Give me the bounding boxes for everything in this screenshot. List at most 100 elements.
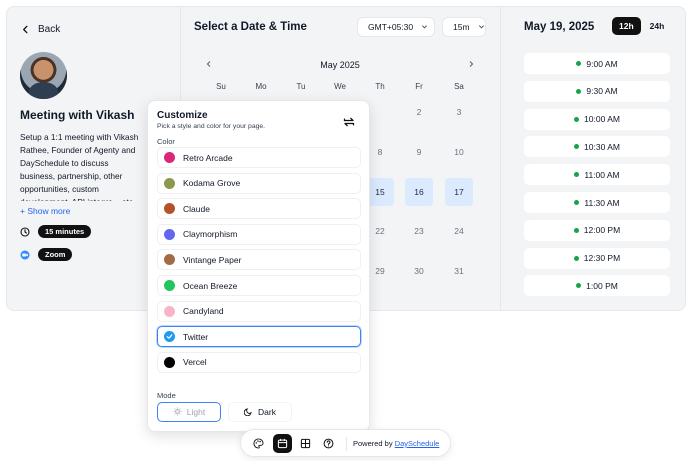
meeting-title: Meeting with Vikash — [20, 108, 135, 122]
color-swatch — [164, 356, 175, 368]
help-icon[interactable] — [319, 434, 338, 453]
location-badge: Zoom — [38, 248, 73, 261]
swap-icon[interactable] — [342, 115, 356, 134]
calendar-header: May 2025 — [205, 60, 475, 70]
next-month-button[interactable] — [467, 60, 475, 70]
time-slot[interactable]: 9:30 AM — [524, 80, 670, 102]
weekday-label: Th — [375, 82, 385, 91]
light-label: Light — [186, 407, 206, 417]
format-12h-button[interactable]: 12h — [612, 17, 641, 35]
color-swatch — [164, 177, 175, 189]
mode-label: Mode — [157, 391, 176, 400]
calendar-icon[interactable] — [273, 434, 292, 453]
customize-panel: Customize Pick a style and color for you… — [147, 100, 370, 432]
time-slot-label: 10:00 AM — [584, 114, 620, 125]
theme-option[interactable]: Claude — [157, 198, 361, 220]
color-swatch — [164, 228, 175, 240]
weekday-label: Su — [216, 82, 226, 91]
clock-icon — [20, 226, 30, 237]
timezone-select[interactable]: GMT+05:30 — [357, 17, 435, 37]
duration-badge: 15 minutes — [38, 225, 92, 238]
availability-dot — [574, 144, 580, 150]
calendar-day: 3 — [456, 107, 462, 117]
prev-month-button[interactable] — [205, 60, 213, 70]
time-slot-label: 12:00 PM — [583, 225, 621, 236]
calendar-day: 9 — [416, 147, 422, 157]
time-slot[interactable]: 12:30 PM — [524, 247, 670, 269]
time-slot[interactable]: 11:00 AM — [524, 164, 670, 186]
theme-name: Vintange Paper — [183, 254, 242, 265]
palette-icon[interactable] — [249, 434, 268, 453]
availability-dot — [576, 88, 582, 94]
weekday-label: Mo — [255, 82, 267, 91]
availability-dot — [573, 227, 579, 233]
theme-name: Ocean Breeze — [183, 280, 238, 291]
back-button[interactable]: Back — [20, 24, 60, 35]
theme-name: Claude — [183, 203, 210, 214]
time-slot-label: 10:30 AM — [584, 141, 620, 152]
dayschedule-link[interactable]: DaySchedule — [395, 439, 440, 448]
calendar-day: 30 — [414, 266, 424, 276]
moon-icon — [243, 407, 253, 418]
divider — [346, 437, 347, 451]
theme-option[interactable]: Vercel — [157, 351, 361, 373]
calendar-day: 10 — [454, 147, 464, 157]
theme-option[interactable]: Kodama Grove — [157, 172, 361, 194]
color-swatch — [164, 254, 175, 266]
show-more-link[interactable]: + Show more — [20, 206, 70, 216]
weekday-label: Fr — [415, 82, 423, 91]
theme-option[interactable]: Claymorphism — [157, 223, 361, 245]
arrow-left-icon — [20, 25, 30, 35]
layout-grid-icon[interactable] — [296, 434, 315, 453]
bottom-toolbar: Powered by DaySchedule — [240, 429, 451, 457]
availability-dot — [574, 200, 580, 205]
time-slot[interactable]: 10:30 AM — [524, 136, 670, 158]
theme-option[interactable]: Ocean Breeze — [157, 275, 361, 296]
theme-option[interactable]: Candyland — [157, 300, 361, 322]
time-slot-label: 11:30 AM — [584, 197, 620, 208]
weekday-label: We — [334, 82, 346, 91]
time-slot[interactable]: 10:00 AM — [524, 108, 670, 130]
time-slot[interactable]: 11:30 AM — [524, 192, 670, 213]
theme-name: Twitter — [183, 331, 209, 342]
calendar-day: 23 — [414, 226, 424, 236]
calendar-day-available[interactable]: 15 — [366, 178, 394, 206]
time-slot-label: 11:00 AM — [584, 169, 620, 180]
calendar-day: 24 — [454, 226, 464, 236]
time-slot-label: 9:00 AM — [586, 58, 618, 69]
calendar-day: 2 — [416, 107, 422, 117]
theme-name: Vercel — [183, 357, 207, 368]
color-label: Color — [157, 137, 175, 146]
theme-option[interactable]: Twitter — [157, 326, 361, 348]
format-24h-button[interactable]: 24h — [643, 17, 672, 35]
time-slot[interactable]: 9:00 AM — [524, 53, 670, 74]
select-datetime-heading: Select a Date & Time — [194, 21, 307, 33]
availability-dot — [574, 172, 580, 178]
availability-dot — [576, 283, 582, 289]
time-slot-label: 9:30 AM — [586, 86, 618, 97]
chevron-down-icon — [478, 22, 485, 32]
customize-title: Customize — [157, 110, 208, 121]
time-slot[interactable]: 1:00 PM — [524, 275, 670, 297]
dark-mode-button[interactable]: Dark — [228, 402, 292, 422]
selected-date: May 19, 2025 — [524, 21, 595, 33]
divider — [500, 6, 501, 311]
calendar-day-available[interactable]: 16 — [405, 178, 433, 206]
interval-select[interactable]: 15m — [442, 17, 486, 37]
availability-dot — [576, 61, 582, 66]
weekday-label: Tu — [296, 82, 306, 91]
duration-row: 15 minutes — [20, 225, 92, 238]
color-swatch — [164, 305, 175, 317]
customize-subtitle: Pick a style and color for your page. — [157, 123, 266, 130]
theme-option[interactable]: Vintange Paper — [157, 249, 361, 271]
calendar-day-available[interactable]: 17 — [445, 178, 473, 206]
calendar-day: 29 — [375, 266, 385, 276]
time-slot[interactable]: 12:00 PM — [524, 219, 670, 241]
interval-value: 15m — [453, 22, 470, 32]
weekday-label: Sa — [454, 82, 464, 91]
powered-by-label: Powered by — [353, 439, 393, 448]
theme-option[interactable]: Retro Arcade — [157, 147, 361, 168]
theme-name: Claymorphism — [183, 229, 238, 240]
theme-name: Candyland — [183, 306, 224, 317]
light-mode-button[interactable]: Light — [157, 402, 221, 422]
